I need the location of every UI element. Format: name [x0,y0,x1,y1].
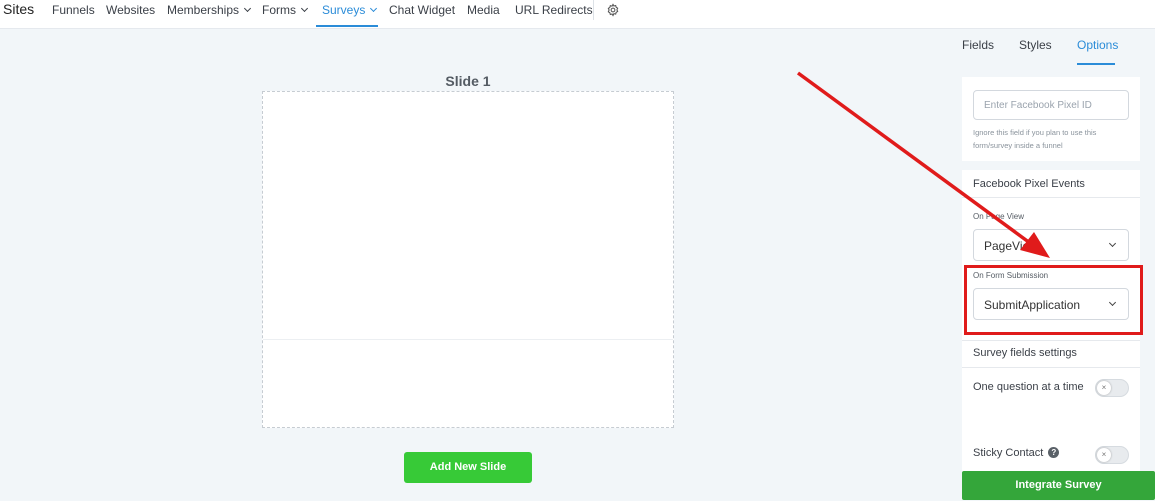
integrate-survey-button[interactable]: Integrate Survey [962,471,1155,500]
survey-canvas: Slide 1 Add New Slide [0,29,947,501]
nav-divider [593,0,594,20]
slide-divider [263,339,673,340]
divider [962,197,1140,198]
nav-funnels[interactable]: Funnels [52,3,95,17]
top-navigation: Sites Funnels Websites Memberships Forms… [0,0,1155,29]
on-page-view-select[interactable]: PageView [973,229,1129,261]
nav-memberships-label: Memberships [167,3,240,17]
nav-surveys[interactable]: Surveys [322,3,378,17]
sticky-contact-text: Sticky Contact [973,447,1044,459]
slide-preview[interactable] [262,91,674,428]
facebook-pixel-id-input[interactable]: Enter Facebook Pixel ID [973,90,1129,120]
nav-sites[interactable]: Sites [3,2,34,16]
chevron-down-icon [1108,239,1117,248]
nav-forms[interactable]: Forms [262,3,309,17]
tab-fields[interactable]: Fields [962,38,994,52]
chevron-down-icon [300,4,309,13]
nav-memberships[interactable]: Memberships [167,3,252,17]
chevron-down-icon [370,4,378,13]
on-page-view-label: On Page View [973,212,1024,221]
nav-chat-widget[interactable]: Chat Widget [389,3,455,17]
close-icon: × [1097,448,1111,462]
tab-styles[interactable]: Styles [1019,38,1052,52]
tab-options[interactable]: Options [1077,38,1118,52]
annotation-highlight-box [964,265,1143,335]
pixel-id-placeholder: Enter Facebook Pixel ID [984,100,1092,111]
sticky-contact-toggle[interactable]: × [1095,446,1129,464]
divider [962,367,1140,368]
sticky-contact-label: Sticky Contact? [973,447,1060,459]
on-page-view-value: PageView [984,239,1038,253]
pixel-id-card: Enter Facebook Pixel ID Ignore this fiel… [962,77,1140,161]
pixel-events-title: Facebook Pixel Events [973,178,1085,190]
nav-forms-label: Forms [262,3,296,17]
slide-title: Slide 1 [445,73,491,89]
nav-url-redirects[interactable]: URL Redirects [515,3,593,17]
help-icon[interactable]: ? [1048,447,1060,458]
pixel-id-hint: Ignore this field if you plan to use thi… [973,128,1097,150]
survey-fields-settings-title: Survey fields settings [973,347,1077,359]
gear-icon[interactable] [606,3,620,20]
active-tab-indicator [316,25,378,27]
close-icon: × [1097,381,1111,395]
one-question-toggle[interactable]: × [1095,379,1129,397]
nav-websites[interactable]: Websites [106,3,155,17]
nav-surveys-label: Surveys [322,3,366,17]
one-question-label: One question at a time [973,381,1084,393]
tab-options-indicator [1077,63,1115,65]
chevron-down-icon [243,4,252,13]
nav-media[interactable]: Media [467,3,500,17]
add-new-slide-button[interactable]: Add New Slide [404,452,532,483]
divider [962,340,1140,341]
